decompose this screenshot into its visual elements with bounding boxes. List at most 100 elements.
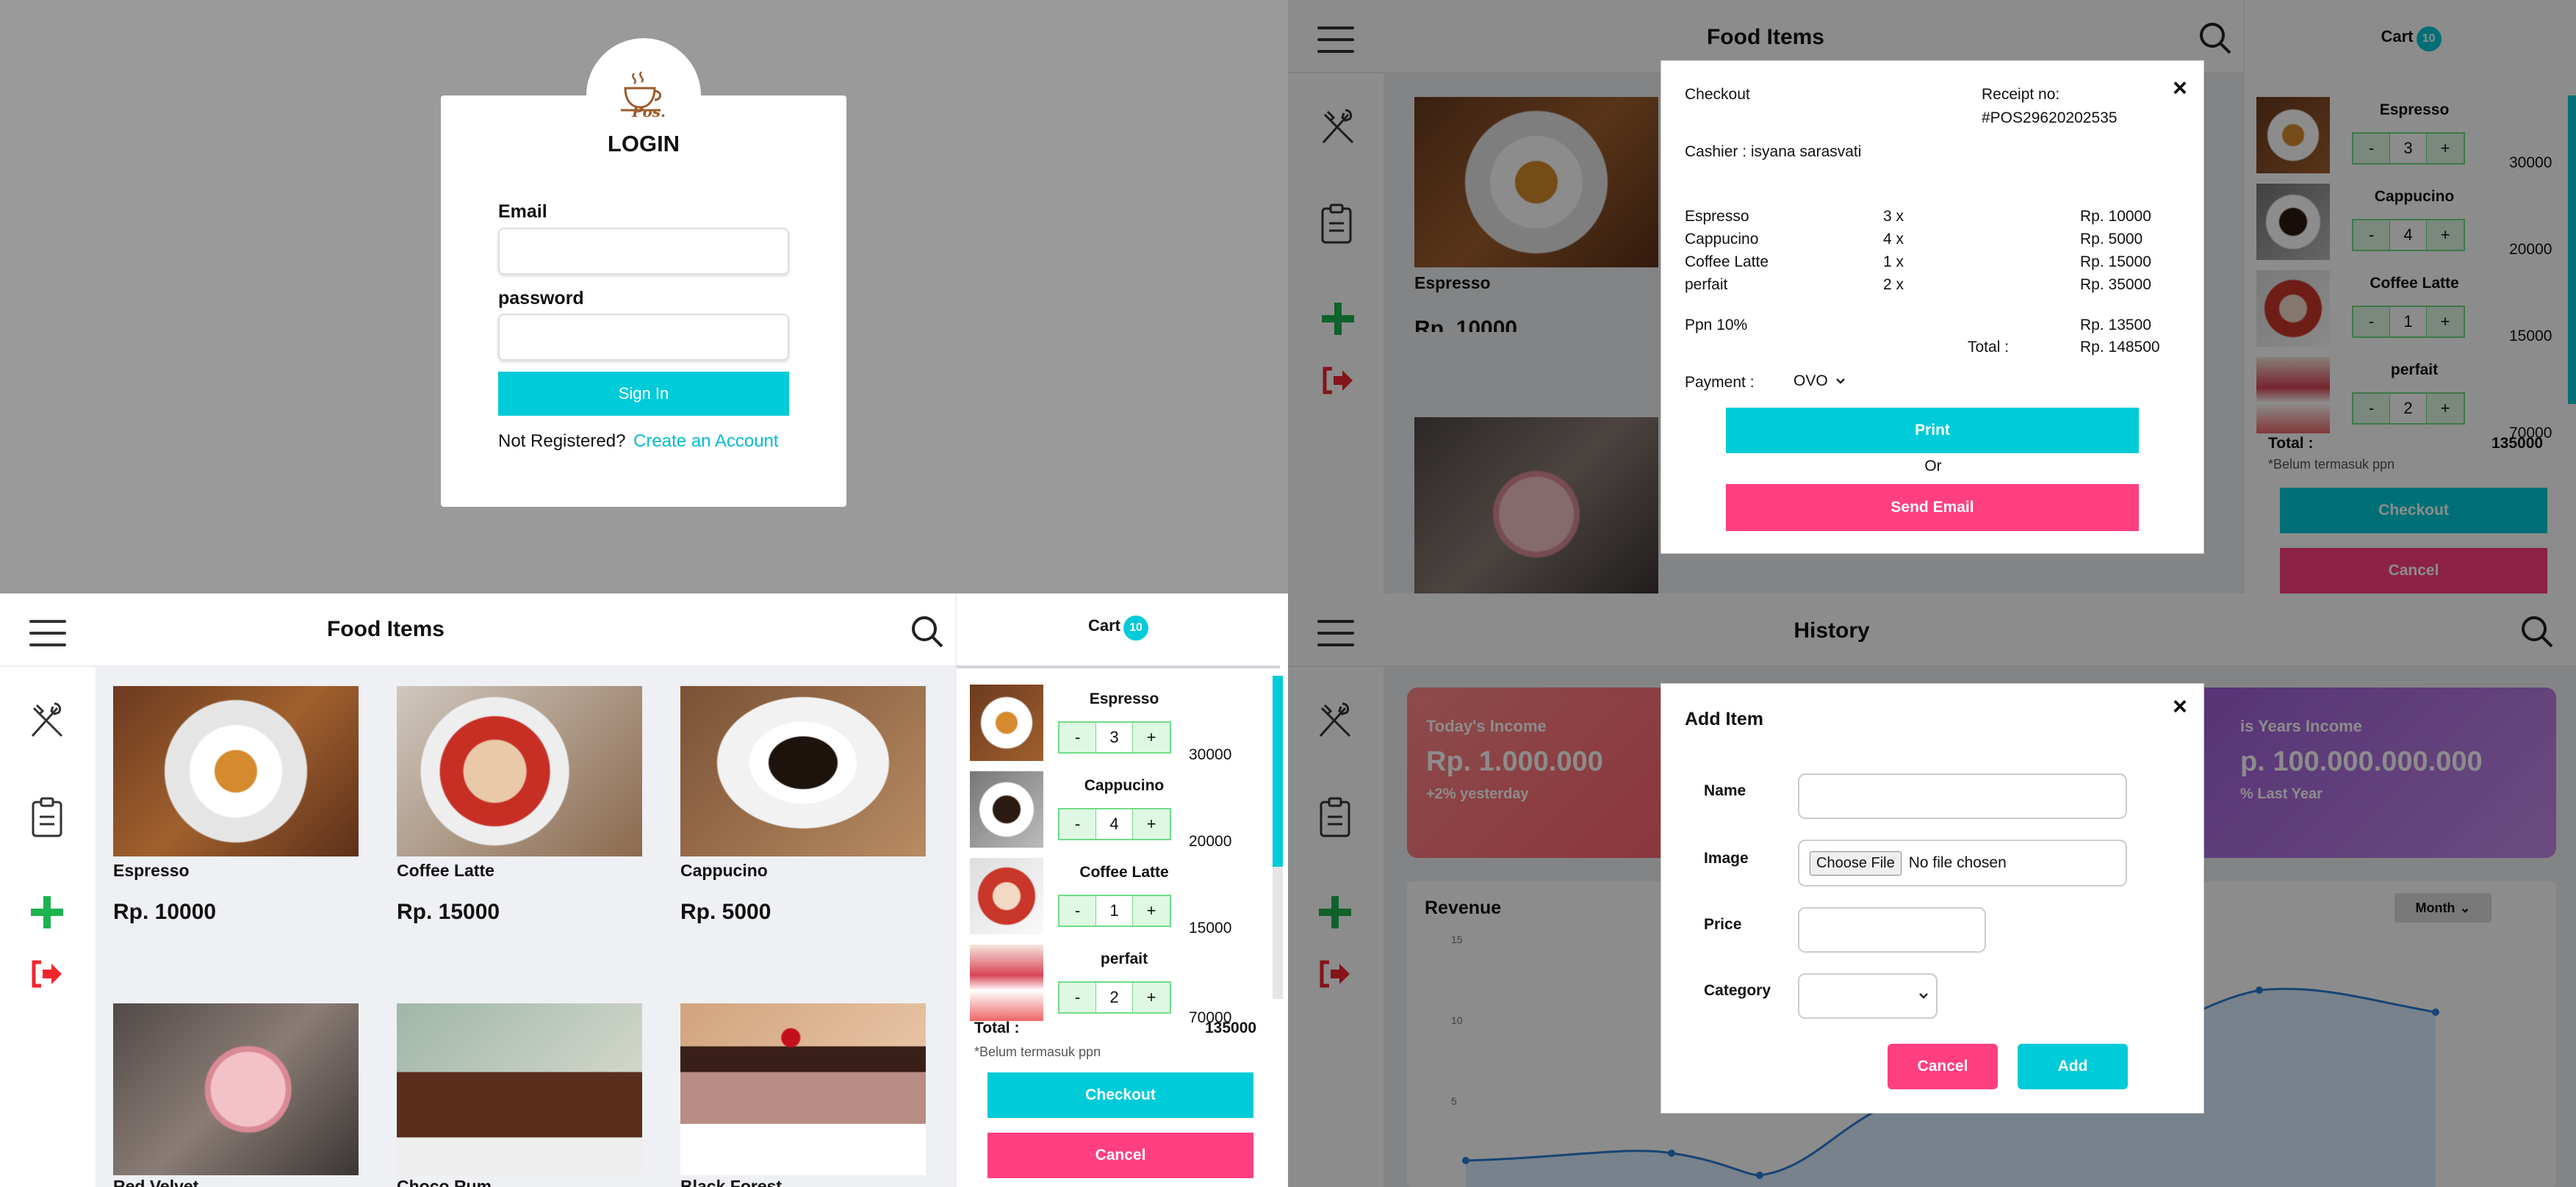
quantity-value[interactable]: 3 xyxy=(1096,723,1133,752)
close-icon[interactable]: × xyxy=(2173,693,2187,721)
food-image xyxy=(113,1003,359,1175)
cart-item-subtotal: 30000 xyxy=(1189,746,1232,763)
add-icon[interactable] xyxy=(26,892,68,933)
quantity-value[interactable]: 4 xyxy=(1096,809,1133,839)
cart-item-name: Espresso xyxy=(1089,690,1159,707)
category-select[interactable] xyxy=(1798,973,1938,1019)
food-price: Rp. 15000 xyxy=(397,900,500,924)
password-label: password xyxy=(498,288,584,309)
payment-select[interactable]: OVO xyxy=(1794,372,1846,390)
quantity-value[interactable]: 1 xyxy=(1096,896,1133,926)
food-image xyxy=(397,686,642,856)
cart-header: Cart 10 xyxy=(957,616,1280,641)
password-field[interactable] xyxy=(498,314,789,361)
name-input[interactable] xyxy=(1798,773,2127,819)
register-row: Not Registered? Create an Account xyxy=(498,431,779,452)
checkout-screen: Food Items Espresso Rp. 10000 Cart 10 Esp… xyxy=(1288,0,2576,594)
price-label: Price xyxy=(1704,916,1742,933)
image-file-input[interactable]: Choose File No file chosen xyxy=(1798,840,2127,887)
food-card[interactable]: Espresso Rp. 10000 xyxy=(113,686,359,965)
cart-item-image xyxy=(970,945,1043,1021)
add-button[interactable]: Add xyxy=(2018,1044,2128,1089)
quantity-value[interactable]: 2 xyxy=(1096,983,1133,1012)
food-card[interactable]: Black Forest xyxy=(680,1003,926,1187)
receipt-label: Receipt no: xyxy=(1982,86,2060,103)
clipboard-icon[interactable] xyxy=(31,796,63,837)
send-email-button[interactable]: Send Email xyxy=(1726,484,2139,531)
email-field[interactable] xyxy=(498,228,789,275)
decrement-button[interactable]: - xyxy=(1059,983,1096,1012)
food-price: Rp. 5000 xyxy=(680,900,771,924)
food-name: Red Velvet xyxy=(113,1177,199,1187)
increment-button[interactable]: + xyxy=(1133,723,1170,752)
receipt-line: Coffee Latte 1 x Rp. 15000 xyxy=(1685,253,2151,270)
receipt-number: #POS29620202535 xyxy=(1982,109,2118,126)
image-label: Image xyxy=(1704,850,1749,867)
cart-scrollbar[interactable] xyxy=(1273,676,1283,867)
chevron-down-icon xyxy=(1835,378,1845,384)
food-name: Black Forest xyxy=(680,1177,782,1187)
food-image xyxy=(680,686,926,856)
total-value: Rp. 148500 xyxy=(2080,339,2160,356)
choose-file-button[interactable]: Choose File xyxy=(1810,851,1902,876)
quantity-stepper[interactable]: -4 + xyxy=(1058,808,1171,840)
chevron-down-icon xyxy=(1919,993,1928,999)
food-card[interactable]: Red Velvet xyxy=(113,1003,359,1187)
increment-button[interactable]: + xyxy=(1133,809,1170,839)
quantity-stepper[interactable]: -3 + xyxy=(1058,721,1171,754)
side-nav xyxy=(0,667,96,1187)
close-icon[interactable]: × xyxy=(2173,74,2187,103)
print-button[interactable]: Print xyxy=(1726,408,2139,453)
cart-item-subtotal: 20000 xyxy=(1189,833,1232,850)
tax-value: Rp. 13500 xyxy=(2080,317,2151,333)
cart-list: Espresso -3 + 30000 Cappucino -4 + 20000 C… xyxy=(970,685,1278,1026)
cart-item-image xyxy=(970,685,1043,761)
checkout-modal: Checkout × Receipt no: #POS29620202535 C… xyxy=(1661,60,2204,554)
food-price: Rp. 10000 xyxy=(113,900,217,924)
modal-title: Checkout xyxy=(1685,86,1750,103)
checkout-button[interactable]: Checkout xyxy=(987,1072,1253,1118)
cashier-name: Cashier : isyana sarasvati xyxy=(1685,143,1862,160)
cart-item: Espresso -3 + 30000 xyxy=(970,685,1278,765)
cancel-button[interactable]: Cancel xyxy=(987,1133,1253,1178)
login-title: LOGIN xyxy=(607,131,680,156)
sign-in-button[interactable]: Sign In xyxy=(498,372,789,416)
cart-item-image xyxy=(970,771,1043,848)
cancel-button[interactable]: Cancel xyxy=(1888,1044,1998,1089)
logout-icon[interactable] xyxy=(29,959,63,989)
history-screen: History Today's Income Rp. 1.000.000 +2%… xyxy=(1288,594,2576,1187)
tax-note: *Belum termasuk ppn xyxy=(974,1045,1101,1059)
cart-item-name: perfait xyxy=(1100,950,1148,967)
utensils-icon[interactable] xyxy=(26,699,68,740)
food-grid: Espresso Rp. 10000 Coffee Latte Rp. 1500… xyxy=(96,667,955,1187)
cart-total-value: 135000 xyxy=(1205,1020,1257,1036)
email-label: Email xyxy=(498,201,547,222)
decrement-button[interactable]: - xyxy=(1059,896,1096,926)
create-account-link[interactable]: Create an Account xyxy=(633,431,778,451)
search-icon[interactable] xyxy=(910,614,945,649)
payment-label: Payment : xyxy=(1685,374,1755,391)
decrement-button[interactable]: - xyxy=(1059,809,1096,839)
increment-button[interactable]: + xyxy=(1133,983,1170,1012)
cart-item: perfait -2 + 70000 xyxy=(970,945,1278,1026)
cart-item-subtotal: 15000 xyxy=(1189,920,1232,937)
increment-button[interactable]: + xyxy=(1133,896,1170,926)
food-name: Choco Rum xyxy=(397,1177,492,1187)
cart-panel: Cart 10 Espresso -3 + 30000 Cappucino -4 + … xyxy=(955,594,1288,1187)
decrement-button[interactable]: - xyxy=(1059,723,1096,752)
login-screen: Pos. LOGIN Email password Sign In Not Re… xyxy=(0,0,1288,594)
cart-item: Cappucino -4 + 20000 xyxy=(970,771,1278,852)
add-item-modal: Add Item × Name Image Choose File No fil… xyxy=(1661,683,2204,1114)
food-card[interactable]: Choco Rum xyxy=(397,1003,642,1187)
food-name: Espresso xyxy=(113,861,190,880)
name-label: Name xyxy=(1704,782,1746,799)
quantity-stepper[interactable]: -2 + xyxy=(1058,981,1171,1014)
food-card[interactable]: Cappucino Rp. 5000 xyxy=(680,686,926,965)
page-title: Food Items xyxy=(326,617,445,641)
quantity-stepper[interactable]: -1 + xyxy=(1058,895,1171,927)
food-image xyxy=(397,1003,642,1175)
cart-item-name: Coffee Latte xyxy=(1079,864,1169,881)
category-label: Category xyxy=(1704,982,1771,999)
price-input[interactable] xyxy=(1798,907,1986,953)
food-card[interactable]: Coffee Latte Rp. 15000 xyxy=(397,686,642,965)
